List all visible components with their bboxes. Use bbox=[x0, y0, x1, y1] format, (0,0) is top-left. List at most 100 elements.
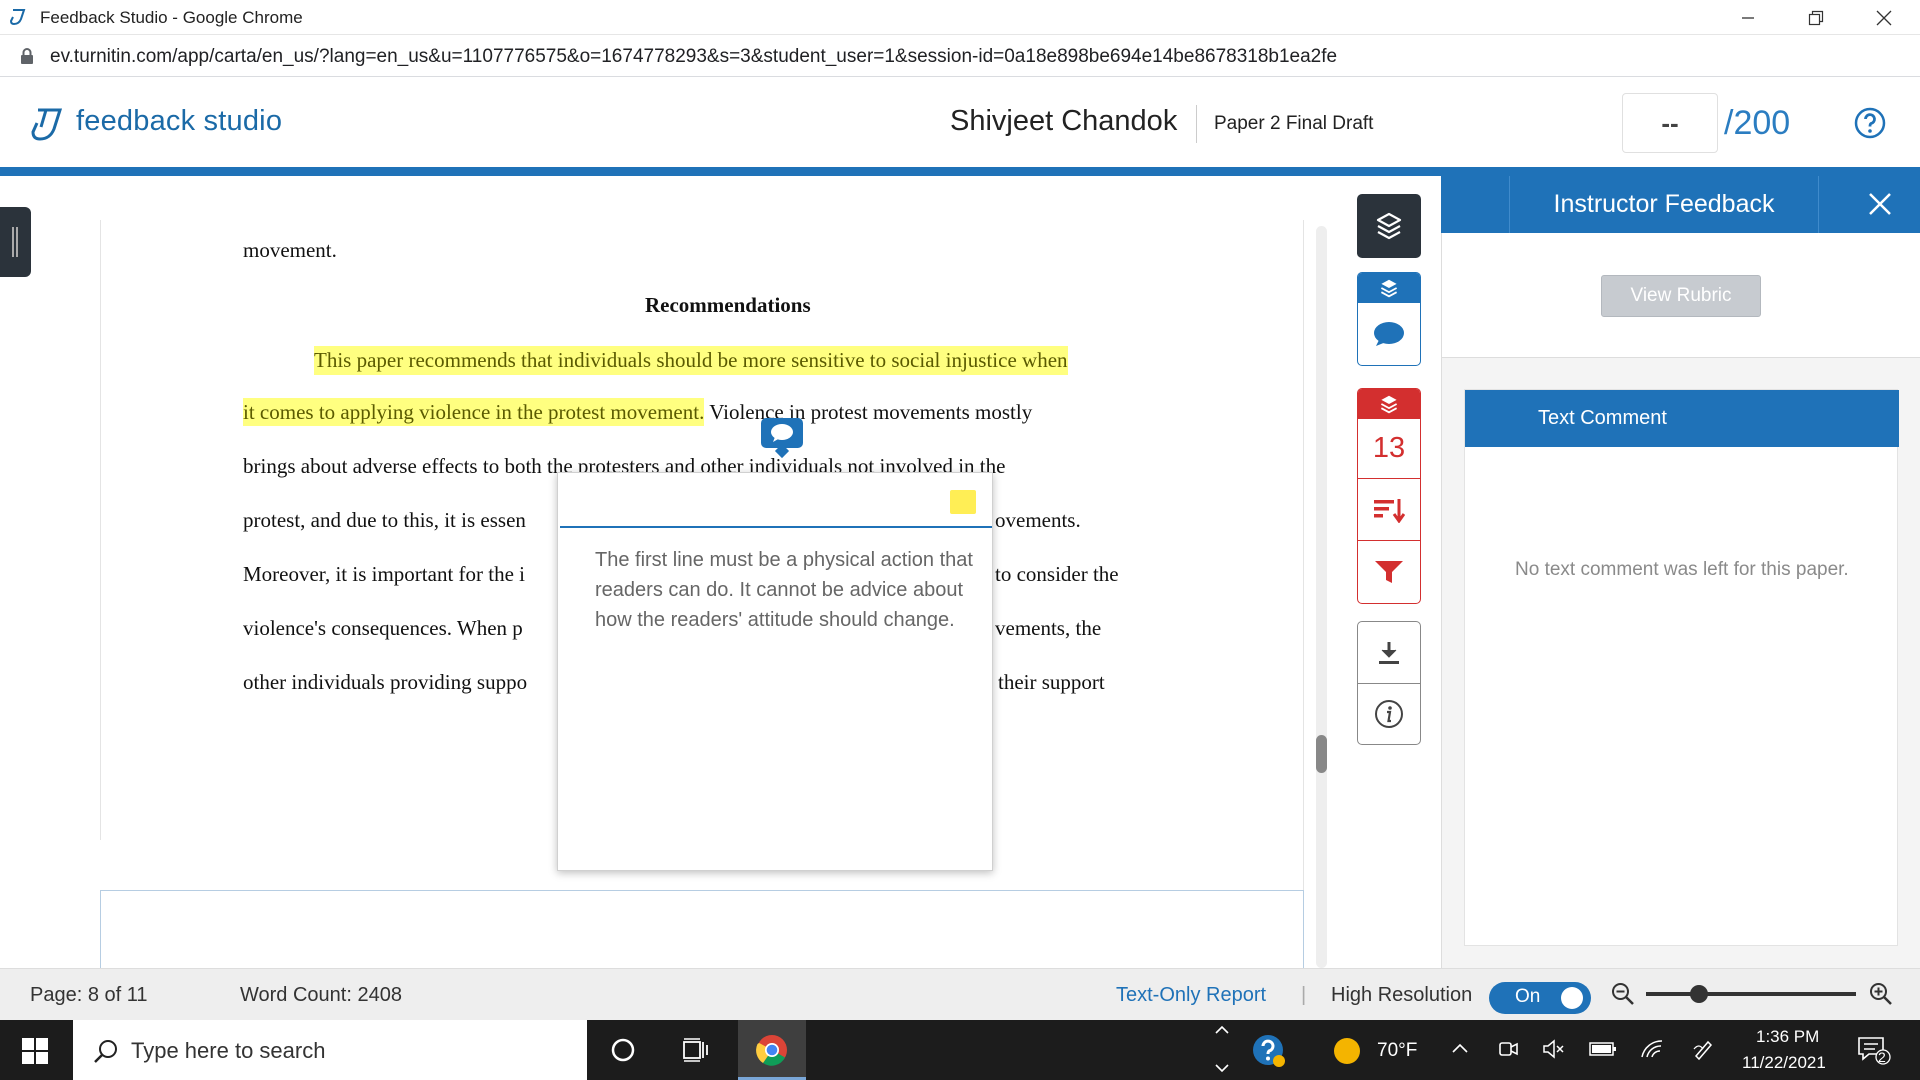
doc-line: violence's consequences. When p bbox=[243, 616, 523, 640]
match-count[interactable]: 13 bbox=[1358, 419, 1420, 479]
comment-popup[interactable]: The first line must be a physical action… bbox=[557, 472, 993, 871]
chevron-up-icon[interactable] bbox=[1214, 1025, 1230, 1035]
layers-icon bbox=[1380, 278, 1398, 298]
close-window-button[interactable] bbox=[1850, 0, 1918, 35]
comments-tool-button[interactable] bbox=[1358, 303, 1420, 365]
text-only-report-link[interactable]: Text-Only Report bbox=[1116, 984, 1266, 1007]
layers-icon bbox=[1376, 212, 1402, 240]
pen-workspace-icon[interactable] bbox=[1691, 1037, 1715, 1061]
windows-taskbar: Type here to search 70°F 1:36 PM 11/22/2… bbox=[0, 1020, 1920, 1080]
download-button[interactable] bbox=[1358, 622, 1420, 684]
comment-bubble-icon bbox=[1373, 321, 1405, 347]
browser-title-bar: Feedback Studio - Google Chrome bbox=[0, 0, 1920, 35]
similarity-layer-group: 13 bbox=[1357, 388, 1421, 604]
doc-line: ovements. bbox=[995, 508, 1081, 532]
grading-layer-header[interactable] bbox=[1358, 273, 1420, 303]
toggle-label: On bbox=[1515, 986, 1541, 1007]
submission-info-button[interactable] bbox=[1358, 684, 1420, 744]
page-left-edge bbox=[100, 220, 101, 840]
panel-title: Instructor Feedback bbox=[1509, 176, 1819, 233]
meet-now-icon[interactable] bbox=[1497, 1038, 1519, 1060]
url-text[interactable]: ev.turnitin.com/app/carta/en_us/?lang=en… bbox=[50, 46, 1337, 68]
page-right-edge bbox=[1303, 220, 1304, 970]
layers-icon bbox=[1380, 394, 1398, 414]
volume-muted-icon[interactable] bbox=[1542, 1038, 1566, 1060]
similarity-layer-header[interactable] bbox=[1358, 389, 1420, 419]
download-info-group bbox=[1357, 621, 1421, 745]
doc-line: vements, the bbox=[995, 616, 1102, 640]
text-comment-card: Text Comment No text comment was left fo… bbox=[1464, 389, 1899, 946]
windows-start-icon[interactable] bbox=[22, 1038, 48, 1064]
side-panel-toggle[interactable] bbox=[0, 207, 31, 277]
high-resolution-toggle[interactable]: On bbox=[1489, 982, 1591, 1014]
battery-icon[interactable] bbox=[1589, 1040, 1617, 1058]
instructor-feedback-header: Instructor Feedback bbox=[1441, 176, 1920, 233]
toggle-knob bbox=[1561, 987, 1583, 1009]
cortana-icon[interactable] bbox=[610, 1037, 636, 1063]
doc-line: it comes to applying violence in the pro… bbox=[243, 398, 1033, 426]
comment-bubble-icon bbox=[770, 423, 794, 443]
score-total: /200 bbox=[1724, 104, 1791, 142]
minimize-button[interactable] bbox=[1714, 0, 1782, 35]
chrome-icon bbox=[756, 1034, 788, 1066]
text-comment-title: Text Comment bbox=[1465, 390, 1899, 447]
wifi-icon[interactable] bbox=[1640, 1037, 1664, 1061]
turnitin-favicon-icon bbox=[8, 7, 28, 27]
scrollbar-thumb[interactable] bbox=[1316, 735, 1327, 773]
zoom-slider[interactable] bbox=[1646, 985, 1856, 1003]
restore-button[interactable] bbox=[1782, 0, 1850, 35]
doc-heading: Recommendations bbox=[645, 293, 811, 317]
paper-title: Paper 2 Final Draft bbox=[1214, 113, 1374, 134]
score-input[interactable]: -- bbox=[1622, 93, 1718, 153]
highlight-color-swatch[interactable] bbox=[950, 490, 976, 514]
doc-line: protest, and due to this, it is essen bbox=[243, 508, 526, 532]
zoom-slider-thumb[interactable] bbox=[1690, 985, 1708, 1003]
doc-line: their support bbox=[998, 670, 1105, 694]
view-rubric-button[interactable]: View Rubric bbox=[1601, 275, 1761, 317]
status-bar: Page: 8 of 11 Word Count: 2408 Text-Only… bbox=[0, 968, 1920, 1020]
highlighted-text[interactable]: This paper recommends that individuals s… bbox=[314, 346, 1068, 375]
filter-icon bbox=[1374, 559, 1404, 585]
chevron-down-icon[interactable] bbox=[1214, 1063, 1230, 1073]
doc-line: Moreover, it is important for the i bbox=[243, 562, 526, 586]
clock-time[interactable]: 1:36 PM bbox=[1756, 1027, 1819, 1047]
comment-text[interactable]: The first line must be a physical action… bbox=[595, 545, 975, 635]
highlighted-text[interactable]: it comes to applying violence in the pro… bbox=[243, 398, 705, 426]
feedback-studio-logo-icon bbox=[28, 105, 66, 143]
zoom-in-icon[interactable] bbox=[1869, 982, 1893, 1006]
address-bar[interactable]: ev.turnitin.com/app/carta/en_us/?lang=en… bbox=[0, 35, 1920, 77]
taskbar-search[interactable]: Type here to search bbox=[73, 1020, 587, 1080]
task-view-icon[interactable] bbox=[682, 1037, 710, 1063]
page-indicator: Page: 8 of 11 bbox=[30, 984, 148, 1006]
app-logo-text: feedback studio bbox=[76, 105, 283, 137]
notification-count: 2 bbox=[1878, 1049, 1886, 1065]
popup-divider bbox=[560, 526, 992, 528]
search-icon bbox=[93, 1038, 119, 1064]
grading-layer-group bbox=[1357, 272, 1421, 366]
high-resolution-label: High Resolution bbox=[1331, 984, 1473, 1006]
doc-line-rest: Violence in protest movements mostly bbox=[704, 400, 1033, 424]
no-comment-message: No text comment was left for this paper. bbox=[1515, 559, 1849, 580]
comment-marker[interactable] bbox=[761, 418, 803, 459]
show-hidden-icons[interactable] bbox=[1451, 1042, 1469, 1054]
close-panel-icon[interactable] bbox=[1866, 190, 1894, 218]
layers-button[interactable] bbox=[1357, 194, 1421, 258]
chrome-taskbar-button[interactable] bbox=[738, 1020, 806, 1080]
clock-date[interactable]: 11/22/2021 bbox=[1742, 1053, 1826, 1073]
info-icon bbox=[1374, 699, 1404, 729]
word-count: Word Count: 2408 bbox=[240, 984, 402, 1006]
temperature[interactable]: 70°F bbox=[1377, 1040, 1417, 1062]
sort-matches-button[interactable] bbox=[1358, 479, 1420, 541]
lock-icon bbox=[20, 48, 34, 64]
help-icon[interactable] bbox=[1854, 107, 1886, 139]
document-scrollbar[interactable] bbox=[1316, 226, 1327, 968]
filter-button[interactable] bbox=[1358, 541, 1420, 603]
doc-line: other individuals providing suppo bbox=[243, 670, 528, 694]
weather-sun-icon[interactable] bbox=[1333, 1037, 1361, 1065]
zoom-out-icon[interactable] bbox=[1611, 982, 1635, 1006]
help-app-icon[interactable] bbox=[1252, 1034, 1286, 1068]
download-icon bbox=[1377, 640, 1401, 666]
panel-divider bbox=[1442, 357, 1920, 358]
window-title: Feedback Studio - Google Chrome bbox=[40, 8, 303, 27]
search-placeholder: Type here to search bbox=[131, 1038, 326, 1063]
